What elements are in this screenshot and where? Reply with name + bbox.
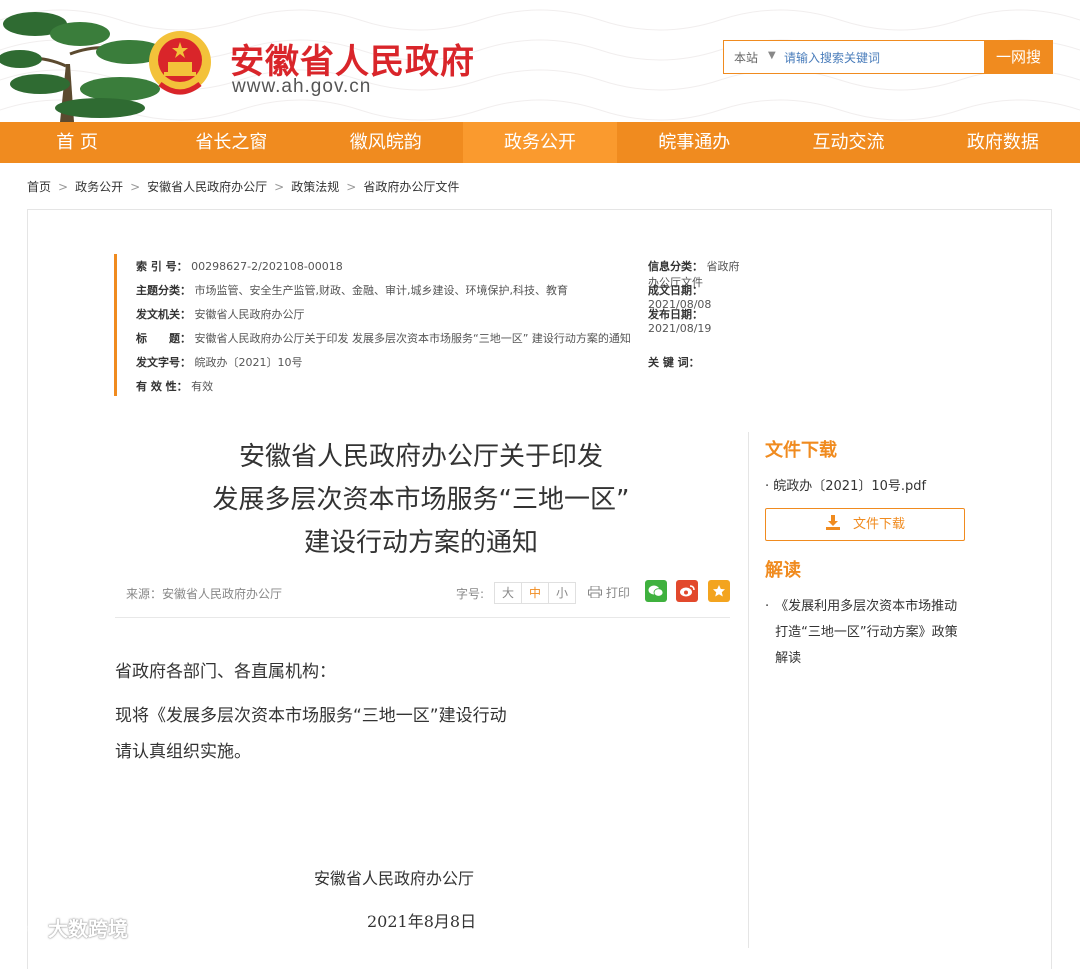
search-input[interactable] [782,46,986,70]
breadcrumb: 首页 > 政务公开 > 安徽省人民政府办公厅 > 政策法规 > 省政府办公厅文件 [27,178,459,195]
meta-validity: 有 效 性： 有效 [136,380,214,393]
national-emblem-icon [149,31,211,95]
article-title: 安徽省人民政府办公厅关于印发 发展多层次资本市场服务“三地一区” 建设行动方案的… [212,442,630,558]
meta-title: 标 题： 安徽省人民政府办公厅关于印发 发展多层次资本市场服务“三地一区” 建设… [136,332,631,345]
favorite-star-icon[interactable] [708,580,730,602]
meta-topic: 主题分类： 市场监管、安全生产监管,财政、金融、审计,城乡建设、环境保护,科技、… [136,284,568,297]
search-box: 本站 ▼ 一网搜 [723,40,1053,74]
document-metadata: 索 引 号： 00298627-2/202108-00018 信息分类： 省政府… [114,254,747,396]
meta-published-date: 发布日期： 2021/08/19 [648,308,712,335]
chevron-right-icon: > [130,180,141,194]
printer-icon [588,585,602,599]
meta-issuer: 发文机关： 安徽省人民政府办公厅 [136,308,305,321]
article-paragraph: 现将《发展多层次资本市场服务“三地一区”建设行动 [115,706,507,726]
main-nav: 首 页 省长之窗 徽风皖韵 政务公开 皖事通办 互动交流 政府数据 [0,122,1080,163]
nav-item-services[interactable]: 皖事通办 [617,122,771,163]
search-button[interactable]: 一网搜 [984,40,1053,74]
nav-item-interaction[interactable]: 互动交流 [771,122,925,163]
interpret-heading: 解读 [765,560,801,581]
nav-item-home[interactable]: 首 页 [0,122,154,163]
nav-item-gov-data[interactable]: 政府数据 [926,122,1080,163]
breadcrumb-office[interactable]: 安徽省人民政府办公厅 [147,180,267,194]
article-date: 2021年8月8日 [367,912,477,931]
meta-keywords: 关 键 词： [648,356,700,369]
file-download-button[interactable]: 文件下载 [765,508,965,541]
download-icon [825,515,840,530]
chevron-right-icon: > [58,180,69,194]
article-paragraph: 省政府各部门、各直属机构： [115,662,336,682]
search-scope-select[interactable]: 本站 [734,49,758,66]
meta-index: 索 引 号： 00298627-2/202108-00018 [136,260,343,273]
breadcrumb-policy[interactable]: 政策法规 [291,180,339,194]
meta-doc-number: 发文字号： 皖政办〔2021〕10号 [136,356,303,369]
nav-item-gov-affairs[interactable]: 政务公开 [462,122,618,163]
chevron-right-icon: > [346,180,357,194]
font-size-switcher: 大 中 小 [494,582,576,604]
site-header: 安徽省人民政府 www.ah.gov.cn 本站 ▼ 一网搜 [0,0,1080,122]
breadcrumb-home[interactable]: 首页 [27,180,51,194]
font-size-small-button[interactable]: 小 [549,583,575,603]
font-size-label: 字号: [456,587,485,601]
article-divider [115,617,730,618]
article-signature: 安徽省人民政府办公厅 [314,869,475,888]
download-file-link[interactable]: · 皖政办〔2021〕10号.pdf [765,474,965,500]
download-heading: 文件下载 [765,440,837,461]
sidebar-divider [748,432,749,948]
nav-item-governor[interactable]: 省长之窗 [154,122,308,163]
breadcrumb-gov-affairs[interactable]: 政务公开 [75,180,123,194]
chevron-down-icon[interactable]: ▼ [768,50,776,61]
weibo-share-icon[interactable] [676,580,698,602]
watermark-logo-icon [12,920,47,938]
wechat-share-icon[interactable] [645,580,667,602]
article-source: 来源：安徽省人民政府办公厅 [126,587,283,601]
article-paragraph: 请认真组织实施。 [115,742,251,762]
site-url[interactable]: www.ah.gov.cn [232,76,371,98]
watermark: 大数跨境 [12,913,128,942]
interpret-link[interactable]: · 《发展利用多层次资本市场推动打造“三地一区”行动方案》政策解读 [765,594,965,672]
breadcrumb-office-docs[interactable]: 省政府办公厅文件 [363,180,459,194]
nav-item-culture[interactable]: 徽风皖韵 [309,122,463,163]
font-size-medium-button[interactable]: 中 [522,583,549,603]
font-size-large-button[interactable]: 大 [495,583,522,603]
chevron-right-icon: > [274,180,285,194]
print-button[interactable]: 打印 [588,584,630,601]
